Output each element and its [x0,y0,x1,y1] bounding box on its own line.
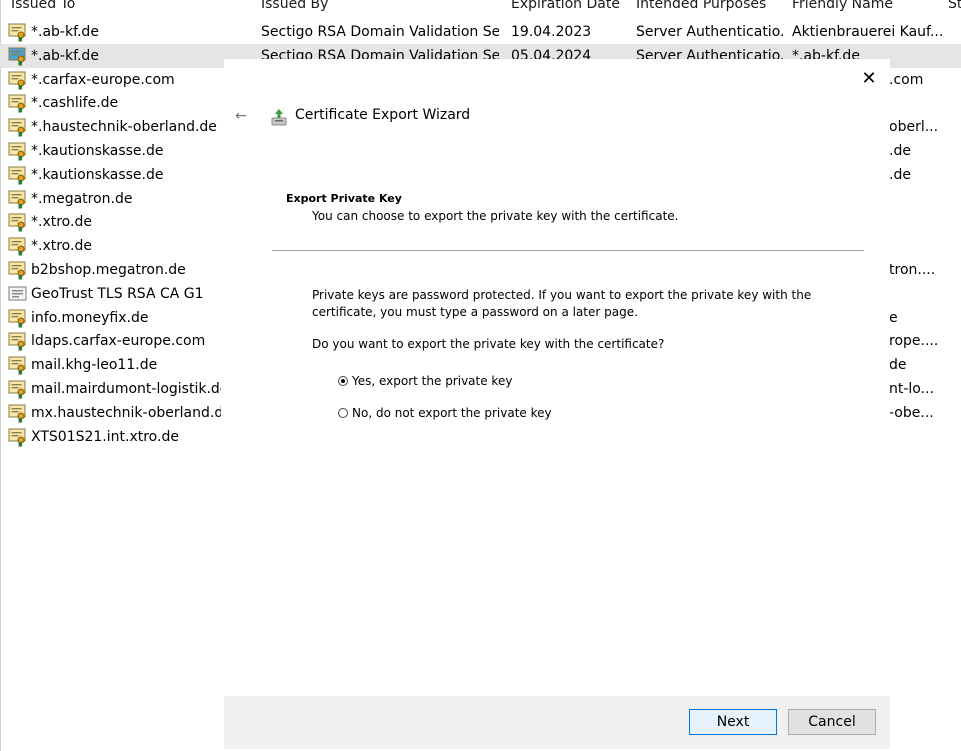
certificate-icon [8,23,26,42]
radio-no-label: No, do not export the private key [352,406,552,420]
cell-issued-to: mx.haustechnik-oberland.de [31,404,221,421]
cell-issued-to: info.moneyfix.de [31,309,149,326]
column-header-issued-to[interactable]: Issued To [11,0,251,16]
cell-friendly-name: oberl... [889,119,939,136]
back-arrow-icon[interactable]: ← [232,107,250,125]
column-header-status[interactable]: St [948,0,961,16]
column-header-expiration-date[interactable]: Expiration Date [511,0,629,16]
cell-friendly-name: .de [889,166,911,183]
cell-issued-to: *.kautionskasse.de [31,166,164,183]
certificate-icon [8,404,26,423]
ca-certificate-icon [8,286,27,301]
cell-issued-to: XTS01S21.int.xtro.de [31,428,179,445]
close-button[interactable]: ✕ [854,68,884,90]
certificate-icon [8,380,26,399]
cell-issued-to: *.xtro.de [31,214,92,231]
certificate-icon [8,142,26,161]
radio-unselected-icon[interactable] [338,408,348,418]
password-info-text: Private keys are password protected. If … [312,288,812,319]
certificate-icon [8,332,26,351]
cell-issued-to: b2bshop.megatron.de [31,262,186,278]
next-button[interactable]: Next [689,709,777,735]
cancel-button[interactable]: Cancel [788,709,876,735]
cell-issued-to: mail.mairdumont-logistik.de [31,381,221,397]
cell-intended-purposes: Server Authenticatio... [636,24,786,40]
certificate-icon [8,94,26,113]
cell-issued-to: mail.khg-leo11.de [31,357,158,374]
cell-friendly-name: tron.... [889,262,936,278]
cell-issued-to: *.haustechnik-oberland.de [31,119,217,136]
certificate-export-wizard: ✕ ← Certificate Export Wizard Export Pri… [224,59,890,749]
cell-friendly-name: de [889,357,907,374]
cell-friendly-name: .de [889,143,911,159]
radio-yes-label: Yes, export the private key [352,374,513,388]
cell-friendly-name: -obe... [889,404,934,421]
cell-friendly-name: nt-lo... [889,381,934,397]
cell-issued-to: *.megatron.de [31,190,133,207]
cell-friendly-name: .com [889,71,924,88]
certificate-icon [8,261,26,280]
cell-issued-to: ldaps.carfax-europe.com [31,333,206,350]
radio-no-export[interactable]: No, do not export the private key [338,404,552,422]
certificate-icon [8,71,26,90]
certificate-icon [8,428,26,447]
radio-yes-export[interactable]: Yes, export the private key [338,372,512,390]
certificate-icon [8,190,26,209]
cell-issued-to: *.cashlife.de [31,95,119,112]
certificate-icon [8,47,26,66]
cell-issued-to: *.carfax-europe.com [31,71,175,88]
section-subtitle: You can choose to export the private key… [312,209,679,223]
cell-friendly-name: rope.... [889,333,939,350]
cell-issued-to: *.xtro.de [31,238,92,255]
cell-friendly-name: Aktienbrauerei Kauf... [792,24,942,40]
column-header-friendly-name[interactable]: Friendly Name [792,0,942,16]
certificate-wizard-icon [271,109,287,126]
certificate-icon [8,166,26,185]
radio-selected-icon[interactable] [338,376,348,386]
section-title: Export Private Key [286,192,402,205]
cell-issued-by: Sectigo RSA Domain Validation Sec... [261,24,499,40]
certificate-icon [8,118,26,137]
cell-issued-to: *.ab-kf.de [31,24,99,40]
cell-issued-to: GeoTrust TLS RSA CA G1 [31,285,204,302]
export-question: Do you want to export the private key wi… [312,337,665,351]
table-row[interactable]: *.ab-kf.de Sectigo RSA Domain Validation … [0,20,961,44]
wizard-title: Certificate Export Wizard [295,107,471,123]
certificate-icon [8,213,26,232]
cell-issued-to: *.kautionskasse.de [31,143,164,159]
certificate-icon [8,237,26,256]
certificate-icon [8,356,26,375]
cell-friendly-name: e [889,309,898,326]
cell-issued-to: *.ab-kf.de [31,47,99,64]
column-header-intended-purposes[interactable]: Intended Purposes [636,0,786,16]
header-separator [272,250,864,251]
cell-expiration-date: 19.04.2023 [511,24,592,40]
wizard-footer: Next Cancel [224,696,890,749]
certificate-icon [8,309,26,328]
column-header-issued-by[interactable]: Issued By [261,0,501,16]
